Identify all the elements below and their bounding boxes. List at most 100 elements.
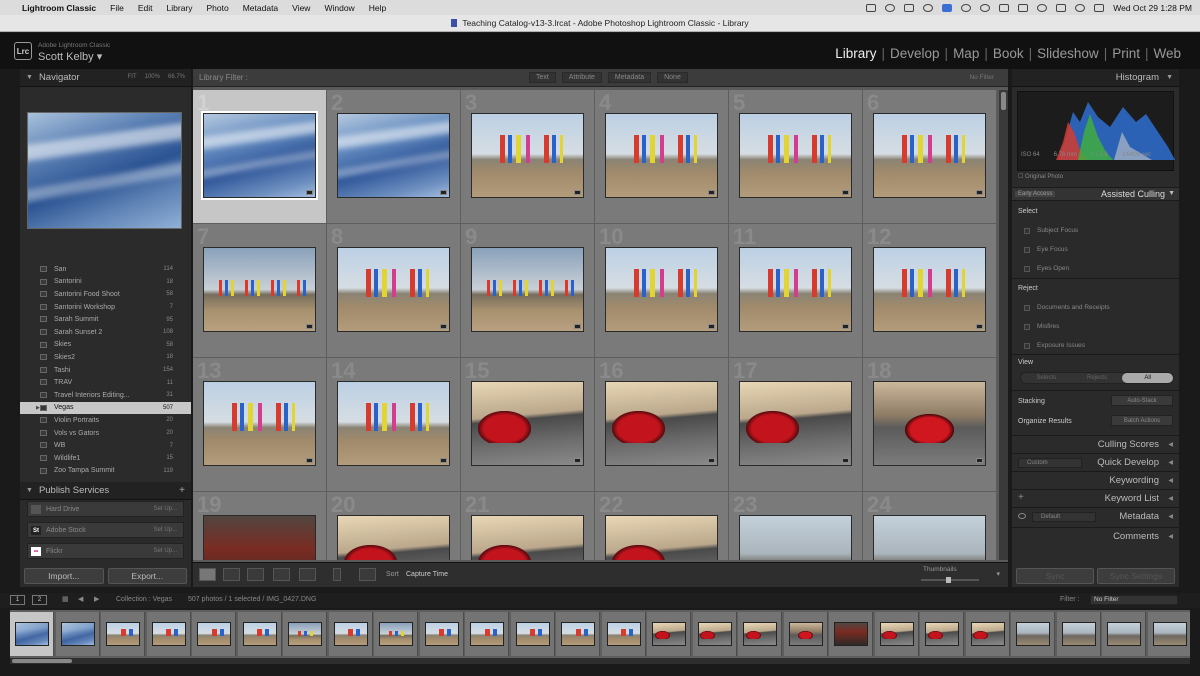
module-slideshow[interactable]: Slideshow <box>1032 46 1104 61</box>
filmstrip-thumbnail[interactable] <box>379 622 413 646</box>
search-icon[interactable] <box>1075 3 1086 12</box>
filmstrip-cell[interactable] <box>192 612 236 656</box>
grid-cell[interactable]: 9 <box>461 224 595 358</box>
filmstrip-thumbnail[interactable] <box>606 622 641 646</box>
photo-thumbnail[interactable] <box>739 515 852 560</box>
filmstrip-thumbnail[interactable] <box>834 622 868 646</box>
module-book[interactable]: Book <box>988 46 1029 61</box>
filmstrip-cell[interactable] <box>556 612 600 656</box>
filmstrip-cell[interactable] <box>510 612 555 656</box>
photo-thumbnail[interactable] <box>203 247 316 332</box>
assisted-culling-header[interactable]: Early Access Assisted Culling ▼ <box>1012 187 1179 201</box>
photo-thumbnail[interactable] <box>605 515 718 560</box>
metadata-badge-icon[interactable] <box>440 190 447 195</box>
metadata-header[interactable]: Default Metadata ◀ <box>1012 507 1179 525</box>
keywording-header[interactable]: Keywording ◀ <box>1012 471 1179 489</box>
filmstrip-thumbnail[interactable] <box>652 622 686 646</box>
add-keyword-icon[interactable]: + <box>1018 492 1024 503</box>
filmstrip-thumbnail[interactable] <box>879 622 914 646</box>
metadata-badge-icon[interactable] <box>306 324 313 329</box>
photo-thumbnail[interactable] <box>739 381 852 466</box>
menu-app-name[interactable]: Lightroom Classic <box>22 3 96 13</box>
collection-item[interactable]: TRAV 11 <box>20 376 191 389</box>
module-library[interactable]: Library <box>830 46 881 61</box>
filmstrip-cell[interactable] <box>55 612 100 656</box>
collection-item[interactable]: Santorini Workshop 7 <box>20 301 191 314</box>
metadata-badge-icon[interactable] <box>842 324 849 329</box>
sort-direction-icon[interactable] <box>359 568 376 581</box>
loupe-view-icon[interactable] <box>223 568 240 581</box>
filmstrip-cell[interactable] <box>328 612 373 656</box>
view-selects[interactable]: Selects <box>1021 373 1072 383</box>
filmstrip-cell[interactable] <box>965 612 1010 656</box>
scrollbar-thumb[interactable] <box>12 659 72 663</box>
play-icon[interactable] <box>1037 3 1048 12</box>
metadata-badge-icon[interactable] <box>306 190 313 195</box>
histogram[interactable]: ISO 64 6.76 mm ƒ / 1.8 1/6400 sec <box>1017 91 1175 171</box>
filmstrip-thumbnail[interactable] <box>242 622 277 646</box>
metadata-badge-icon[interactable] <box>976 458 983 463</box>
photo-thumbnail[interactable] <box>337 247 450 332</box>
setup-link[interactable]: Set Up... <box>154 548 177 554</box>
filter-preset[interactable]: No Filter <box>969 74 994 81</box>
photo-thumbnail[interactable] <box>873 113 986 198</box>
filmstrip-thumbnail[interactable] <box>1016 622 1050 646</box>
filmstrip-cell[interactable] <box>783 612 828 656</box>
metadata-badge-icon[interactable] <box>440 458 447 463</box>
comments-header[interactable]: Comments ◀ <box>1012 527 1179 545</box>
filter-text[interactable]: Text <box>529 72 556 83</box>
photo-thumbnail[interactable] <box>873 247 986 332</box>
grid-cell[interactable]: 11 <box>729 224 863 358</box>
sort-select[interactable]: Capture Time <box>406 571 448 578</box>
misfires-checkbox[interactable]: Misfires <box>1024 323 1059 330</box>
keyword-list-header[interactable]: + Keyword List ◀ <box>1012 489 1179 507</box>
filmstrip-thumbnail[interactable] <box>1152 622 1187 646</box>
quick-develop-header[interactable]: Custom Quick Develop ◀ <box>1012 453 1179 471</box>
collection-item[interactable]: Travel Interiors Editing... 31 <box>20 389 191 402</box>
collection-item[interactable]: WB 7 <box>20 439 191 452</box>
filmstrip-cell[interactable] <box>146 612 191 656</box>
filmstrip-cell[interactable] <box>738 612 782 656</box>
metadata-badge-icon[interactable] <box>574 324 581 329</box>
collection-item[interactable]: San 114 <box>20 263 191 276</box>
filter-attribute[interactable]: Attribute <box>561 72 602 83</box>
filmstrip-cell[interactable] <box>1102 612 1146 656</box>
filmstrip-cell[interactable] <box>1011 612 1055 656</box>
filmstrip-cell[interactable] <box>419 612 464 656</box>
clock[interactable]: Wed Oct 29 1:28 PM <box>1113 3 1192 13</box>
menu-window[interactable]: Window <box>324 3 354 13</box>
photo-thumbnail[interactable] <box>739 247 852 332</box>
export-button[interactable]: Export... <box>107 568 187 584</box>
filmstrip-thumbnail[interactable] <box>515 622 550 646</box>
collection-item[interactable]: Sarah Sunset 2 108 <box>20 326 191 339</box>
metadata-badge-icon[interactable] <box>574 458 581 463</box>
metadata-preset-select[interactable]: Default <box>1032 512 1096 522</box>
metadata-badge-icon[interactable] <box>708 190 715 195</box>
forward-arrow-icon[interactable]: ▶ <box>94 595 99 603</box>
menu-photo[interactable]: Photo <box>207 3 229 13</box>
filmstrip-cell[interactable] <box>1056 612 1101 656</box>
grid-cell[interactable]: 10 <box>595 224 729 358</box>
filmstrip-thumbnail[interactable] <box>561 622 595 646</box>
painter-icon[interactable] <box>333 568 341 581</box>
user-name[interactable]: Scott Kelby ▾ <box>38 50 102 63</box>
metadata-badge-icon[interactable] <box>842 458 849 463</box>
eye-focus-checkbox[interactable]: Eye Focus <box>1024 246 1068 253</box>
hub-icon[interactable] <box>961 3 972 12</box>
people-view-icon[interactable] <box>299 568 316 581</box>
grid-cell[interactable]: 22 <box>595 492 729 560</box>
record-icon[interactable] <box>980 3 991 12</box>
grid-cell[interactable]: 6 <box>863 90 997 224</box>
filmstrip-cell[interactable] <box>101 612 145 656</box>
publish-flickr[interactable]: •• Flickr Set Up... <box>27 543 184 559</box>
photo-thumbnail[interactable] <box>739 113 852 198</box>
filmstrip-cell[interactable] <box>374 612 418 656</box>
eye-icon[interactable] <box>1018 513 1026 519</box>
grid-cell[interactable]: 2 <box>327 90 461 224</box>
filmstrip-thumbnail[interactable] <box>743 622 777 646</box>
metadata-badge-icon[interactable] <box>440 324 447 329</box>
grid-cell[interactable]: 1 <box>193 90 327 224</box>
collection-item[interactable]: Vols vs Gators 20 <box>20 427 191 440</box>
creative-cloud-icon[interactable] <box>885 3 896 12</box>
collection-item[interactable]: Sarah Summit 95 <box>20 313 191 326</box>
